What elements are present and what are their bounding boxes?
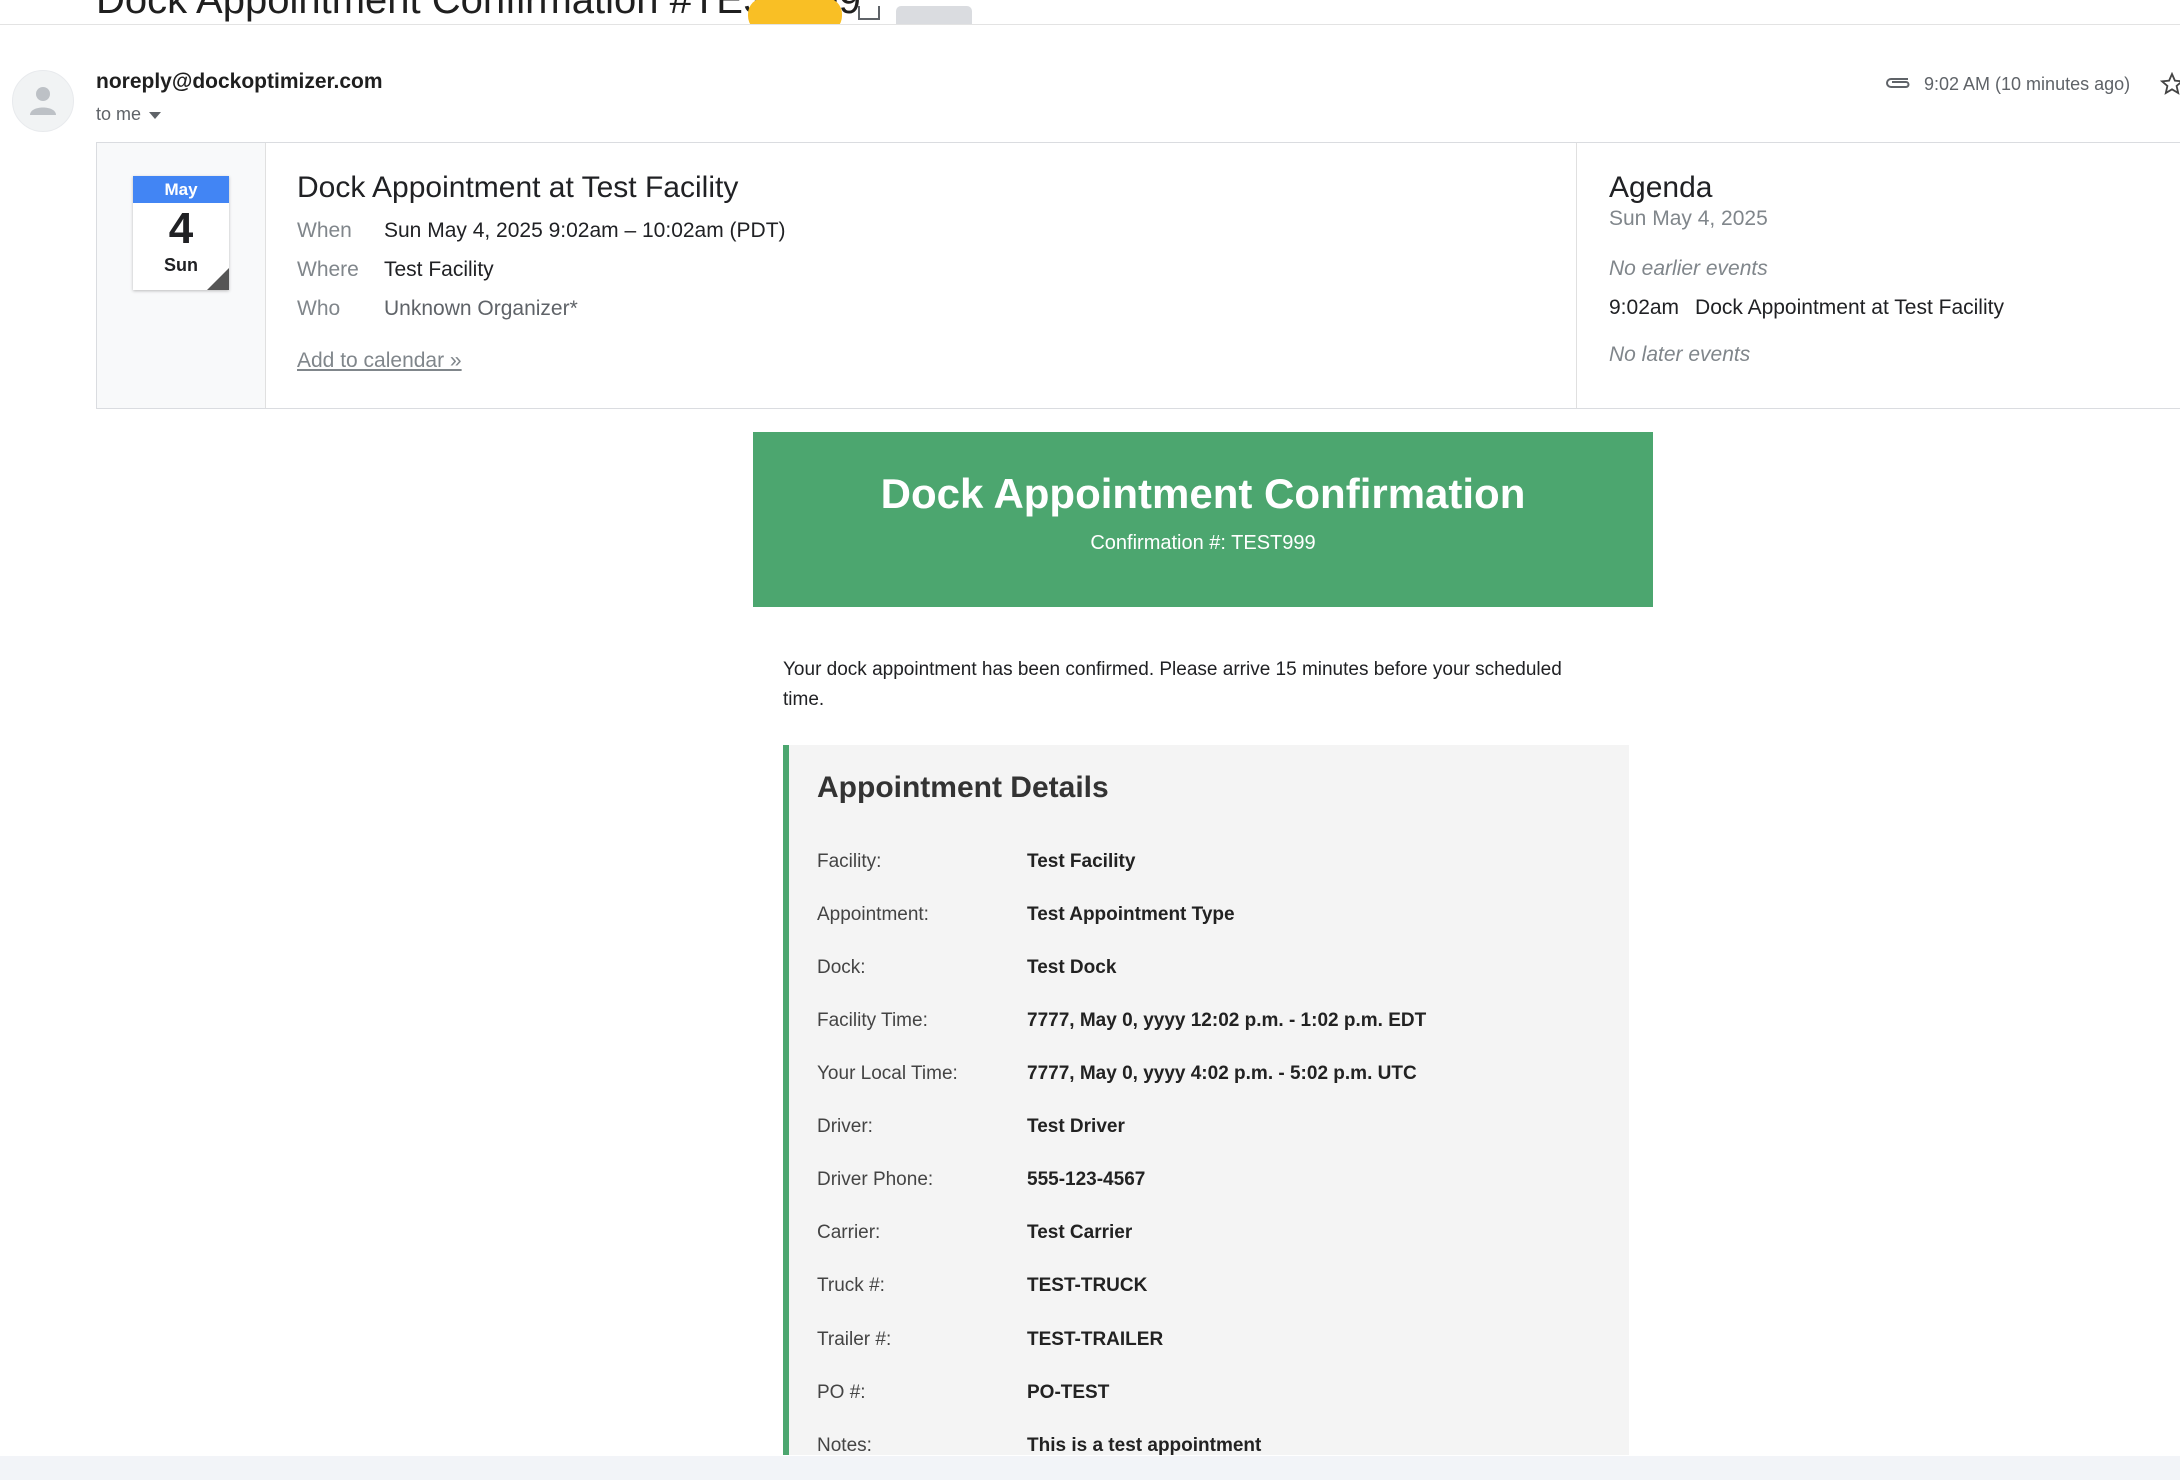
detail-label: Driver: xyxy=(817,1116,873,1137)
detail-label: Driver Phone: xyxy=(817,1169,934,1190)
confirmation-number: Confirmation #: TEST999 xyxy=(1090,532,1316,554)
detail-value: TEST-TRUCK xyxy=(1027,1275,1148,1296)
detail-label: Facility: xyxy=(817,851,882,872)
page-fold-icon xyxy=(207,268,229,290)
agenda-event[interactable]: 9:02am Dock Appointment at Test Facility xyxy=(1609,296,2004,320)
calendar-invite-card: May 4 Sun Dock Appointment at Test Facil… xyxy=(96,142,2180,409)
detail-value: Test Appointment Type xyxy=(1027,904,1235,925)
detail-label: Your Local Time: xyxy=(817,1063,958,1084)
appointment-details: Appointment Details Facility: Test Facili… xyxy=(783,745,1629,1455)
detail-label: PO #: xyxy=(817,1382,866,1403)
star-icon[interactable] xyxy=(2160,72,2180,96)
chevron-down-icon xyxy=(149,111,162,119)
agenda-event-title: Dock Appointment at Test Facility xyxy=(1695,296,2004,319)
banner-title: Dock Appointment Confirmation xyxy=(880,470,1526,517)
detail-value: Test Dock xyxy=(1027,957,1117,978)
bottom-bar xyxy=(0,1456,2180,1480)
calendar-day: 4 xyxy=(168,204,194,253)
event-title: Dock Appointment at Test Facility xyxy=(297,171,739,204)
avatar[interactable] xyxy=(12,70,74,132)
detail-label: Carrier: xyxy=(817,1222,881,1243)
detail-value: Test Facility xyxy=(1027,851,1136,872)
agenda-title: Agenda xyxy=(1609,171,1713,204)
event-where-row: Where Test Facility xyxy=(297,258,494,282)
person-icon xyxy=(30,87,56,115)
detail-row: Appointment: Test Appointment Type xyxy=(817,904,1235,926)
detail-row: Notes: This is a test appointment xyxy=(817,1435,1261,1455)
calendar-month: May xyxy=(133,176,229,203)
subject-bar: Dock Appointment Confirmation #TEST999 xyxy=(0,0,2180,25)
agenda-event-time: 9:02am xyxy=(1609,296,1680,319)
detail-value: This is a test appointment xyxy=(1027,1435,1262,1455)
timestamp: 9:02 AM (10 minutes ago) xyxy=(1924,74,2131,94)
calendar-date-icon: May 4 Sun xyxy=(133,176,229,290)
when-label: When xyxy=(297,219,352,242)
detail-value: 7777, May 0, yyyy 12:02 p.m. - 1:02 p.m.… xyxy=(1027,1010,1427,1031)
event-who-row: Who Unknown Organizer* xyxy=(297,297,578,321)
detail-label: Trailer #: xyxy=(817,1329,892,1350)
detail-row: Your Local Time: 7777, May 0, yyyy 4:02 p… xyxy=(817,1063,1417,1085)
detail-value: TEST-TRAILER xyxy=(1027,1329,1164,1350)
detail-label: Facility Time: xyxy=(817,1010,928,1031)
detail-row: Facility: Test Facility xyxy=(817,851,1135,873)
detail-value: Test Carrier xyxy=(1027,1222,1133,1243)
external-label[interactable] xyxy=(748,0,842,24)
who-value: Unknown Organizer* xyxy=(384,297,578,320)
detail-value: Test Driver xyxy=(1027,1116,1125,1137)
email-subject: Dock Appointment Confirmation #TEST999 xyxy=(96,0,861,22)
detail-row: Trailer #: TEST-TRAILER xyxy=(817,1329,1163,1351)
calendar-date-column: May 4 Sun xyxy=(97,143,266,408)
no-later-events: No later events xyxy=(1609,343,1751,366)
recipient-label: to me xyxy=(96,104,142,124)
detail-row: Carrier: Test Carrier xyxy=(817,1222,1132,1244)
label-icon[interactable] xyxy=(858,6,880,20)
detail-value: PO-TEST xyxy=(1027,1382,1110,1403)
where-label: Where xyxy=(297,258,359,281)
detail-value: 7777, May 0, yyyy 4:02 p.m. - 5:02 p.m. … xyxy=(1027,1063,1417,1084)
event-when-row: When Sun May 4, 2025 9:02am – 10:02am (PD… xyxy=(297,219,786,243)
no-earlier-events: No earlier events xyxy=(1609,257,1768,280)
detail-row: Facility Time: 7777, May 0, yyyy 12:02 p.… xyxy=(817,1010,1426,1032)
detail-label: Truck #: xyxy=(817,1275,885,1296)
detail-row: Driver Phone: 555-123-4567 xyxy=(817,1169,1145,1191)
sender-email[interactable]: noreply@dockoptimizer.com xyxy=(96,70,383,94)
details-title: Appointment Details xyxy=(817,771,1109,804)
detail-value: 555-123-4567 xyxy=(1027,1169,1146,1190)
intro-text: Your dock appointment has been confirmed… xyxy=(783,659,1562,710)
agenda-panel: Agenda Sun May 4, 2025 No earlier events… xyxy=(1577,143,2180,408)
event-details: Dock Appointment at Test Facility When Su… xyxy=(265,143,1577,408)
who-label: Who xyxy=(297,297,341,320)
detail-row: PO #: PO-TEST xyxy=(817,1382,1109,1404)
inbox-label[interactable] xyxy=(896,6,972,24)
detail-row: Dock: Test Dock xyxy=(817,957,1116,979)
agenda-date: Sun May 4, 2025 xyxy=(1609,207,1768,230)
detail-label: Dock: xyxy=(817,957,866,978)
detail-row: Truck #: TEST-TRUCK xyxy=(817,1275,1147,1297)
attachment-icon xyxy=(1886,78,1910,88)
where-value: Test Facility xyxy=(384,258,494,281)
detail-row: Driver: Test Driver xyxy=(817,1116,1125,1138)
detail-label: Notes: xyxy=(817,1435,872,1455)
confirmation-banner: Dock Appointment Confirmation Confirmati… xyxy=(753,432,1653,607)
add-to-calendar-link[interactable]: Add to calendar » xyxy=(297,349,462,373)
when-value: Sun May 4, 2025 9:02am – 10:02am (PDT) xyxy=(384,219,786,242)
detail-label: Appointment: xyxy=(817,904,929,925)
recipient-dropdown[interactable]: to me xyxy=(96,104,162,125)
